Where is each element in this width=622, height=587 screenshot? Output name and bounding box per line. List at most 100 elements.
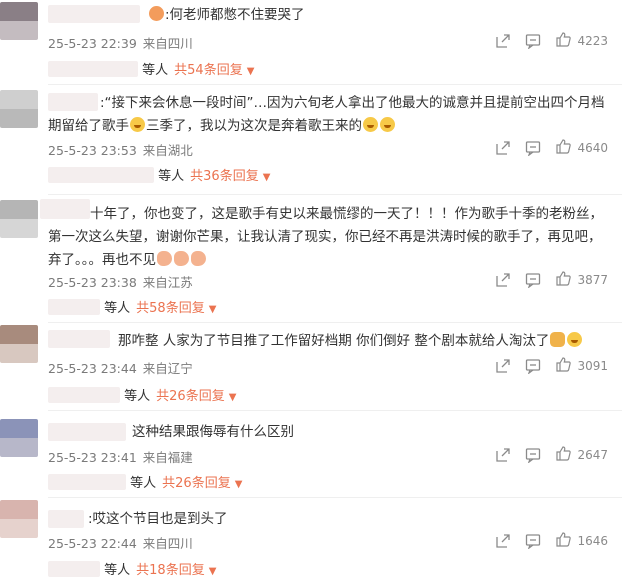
username-blurred[interactable]	[48, 330, 110, 348]
like-button[interactable]: 2647	[555, 445, 608, 464]
like-count: 4640	[577, 140, 608, 155]
like-count: 4223	[577, 33, 608, 48]
comment-meta: 25-5-23 22:44 来自四川	[48, 533, 193, 552]
share-icon[interactable]	[495, 533, 511, 549]
caret-down-icon: ▼	[262, 172, 271, 183]
comment-item: :哎这个节目也是到头了 25-5-23 22:44 来自四川 1646 等人 共18…	[0, 498, 622, 587]
avatar[interactable]	[0, 2, 38, 40]
comment-actions: 3877	[495, 270, 608, 289]
avatar[interactable]	[0, 90, 38, 128]
comment-actions: 2647	[495, 445, 608, 464]
username-blurred[interactable]	[48, 423, 126, 441]
reply-summary[interactable]: 等人 共26条回复 ▼	[48, 385, 236, 404]
thumbs-up-icon	[555, 531, 572, 550]
emoji-icon	[191, 251, 206, 266]
reply-prefix: 等人	[142, 63, 169, 78]
reply-summary[interactable]: 等人 共54条回复 ▼	[48, 59, 254, 78]
share-icon[interactable]	[495, 358, 511, 374]
comment-time: 25-5-23 23:38	[48, 275, 137, 290]
comment-location: 来自四川	[142, 536, 193, 551]
comment-icon[interactable]	[525, 358, 541, 374]
thumbs-up-icon	[555, 138, 572, 157]
share-icon[interactable]	[495, 447, 511, 463]
comment-item: :“接下来会休息一段时间”…因为六旬老人拿出了他最大的诚意并且提前空出四个月档期…	[0, 85, 622, 195]
comment-text: 这种结果跟侮辱有什么区别	[132, 424, 294, 440]
avatar[interactable]	[0, 325, 38, 363]
caret-down-icon: ▼	[228, 392, 237, 403]
reply-count-link[interactable]: 共26条回复	[156, 389, 225, 404]
comment-time: 25-5-23 23:41	[48, 450, 137, 465]
comment-text: :哎这个节目也是到头了	[88, 511, 228, 527]
emoji-icon	[380, 117, 395, 132]
comment-meta: 25-5-23 23:44 来自辽宁	[48, 358, 193, 377]
comment-icon[interactable]	[525, 533, 541, 549]
emoji-icon	[149, 6, 164, 21]
comment-text: 十年了，你也变了，这是歌手有史以来最慌缪的一天了！！！作为歌手十季的老粉丝，第一…	[48, 206, 603, 268]
comment-actions: 1646	[495, 531, 608, 550]
reply-summary[interactable]: 等人 共36条回复 ▼	[48, 165, 270, 184]
emoji-icon	[174, 251, 189, 266]
caret-down-icon: ▼	[208, 304, 217, 315]
emoji-icon	[130, 117, 145, 132]
comment-icon[interactable]	[525, 33, 541, 49]
like-count: 3091	[577, 358, 608, 373]
avatar[interactable]	[0, 500, 38, 538]
reply-users-blurred	[48, 299, 100, 315]
comment-actions: 3091	[495, 356, 608, 375]
comment-item: 十年了，你也变了，这是歌手有史以来最慌缪的一天了！！！作为歌手十季的老粉丝，第一…	[0, 195, 622, 323]
username-blurred[interactable]	[48, 5, 140, 23]
comment-meta: 25-5-23 23:53 来自湖北	[48, 140, 193, 159]
avatar[interactable]	[0, 419, 38, 457]
emoji-icon	[567, 332, 583, 347]
reply-count-link[interactable]: 共54条回复	[174, 63, 243, 78]
comment-location: 来自辽宁	[142, 361, 193, 376]
reply-summary[interactable]: 等人 共58条回复 ▼	[48, 297, 216, 316]
comment-item: 那咋整 人家为了节目推了工作留好档期 你们倒好 整个剧本就给人淘汰了 25-5-…	[0, 323, 622, 411]
like-count: 3877	[577, 272, 608, 287]
comment-icon[interactable]	[525, 272, 541, 288]
like-button[interactable]: 3091	[555, 356, 608, 375]
like-button[interactable]: 4640	[555, 138, 608, 157]
reply-users-blurred	[48, 474, 126, 490]
caret-down-icon: ▼	[246, 66, 255, 77]
reply-users-blurred	[48, 167, 154, 183]
comment-text: :何老师都憋不住要哭了	[148, 4, 608, 27]
reply-count-link[interactable]: 共36条回复	[190, 169, 259, 184]
thumbs-up-icon	[555, 356, 572, 375]
reply-users-blurred	[48, 387, 120, 403]
comment-meta: 25-5-23 23:38 来自江苏	[48, 272, 193, 291]
thumbs-up-icon	[555, 270, 572, 289]
reply-summary[interactable]: 等人 共26条回复 ▼	[48, 472, 242, 491]
comment-time: 25-5-23 22:44	[48, 536, 137, 551]
reply-count-link[interactable]: 共18条回复	[136, 563, 205, 578]
reply-summary[interactable]: 等人 共18条回复 ▼	[48, 559, 216, 578]
comment-meta: 25-5-23 23:41 来自福建	[48, 447, 193, 466]
avatar[interactable]	[0, 200, 38, 238]
comment-icon[interactable]	[525, 447, 541, 463]
like-button[interactable]: 1646	[555, 531, 608, 550]
comment-actions: 4223	[495, 31, 608, 50]
caret-down-icon: ▼	[208, 566, 217, 577]
reply-prefix: 等人	[124, 389, 151, 404]
like-count: 1646	[577, 533, 608, 548]
thumbs-up-icon	[555, 31, 572, 50]
reply-prefix: 等人	[130, 476, 157, 491]
reply-count-link[interactable]: 共26条回复	[162, 476, 231, 491]
reply-prefix: 等人	[104, 301, 131, 316]
comment-location: 来自江苏	[142, 275, 193, 290]
like-button[interactable]: 4223	[555, 31, 608, 50]
comment-time: 25-5-23 23:44	[48, 361, 137, 376]
share-icon[interactable]	[495, 33, 511, 49]
share-icon[interactable]	[495, 140, 511, 156]
like-button[interactable]: 3877	[555, 270, 608, 289]
thumbs-up-icon	[555, 445, 572, 464]
reply-users-blurred	[48, 561, 100, 577]
reply-users-blurred	[48, 61, 138, 77]
comment-icon[interactable]	[525, 140, 541, 156]
reply-prefix: 等人	[104, 563, 131, 578]
reply-count-link[interactable]: 共58条回复	[136, 301, 205, 316]
comment-actions: 4640	[495, 138, 608, 157]
share-icon[interactable]	[495, 272, 511, 288]
username-blurred[interactable]	[48, 510, 84, 528]
comment-time: 25-5-23 22:39	[48, 36, 137, 51]
